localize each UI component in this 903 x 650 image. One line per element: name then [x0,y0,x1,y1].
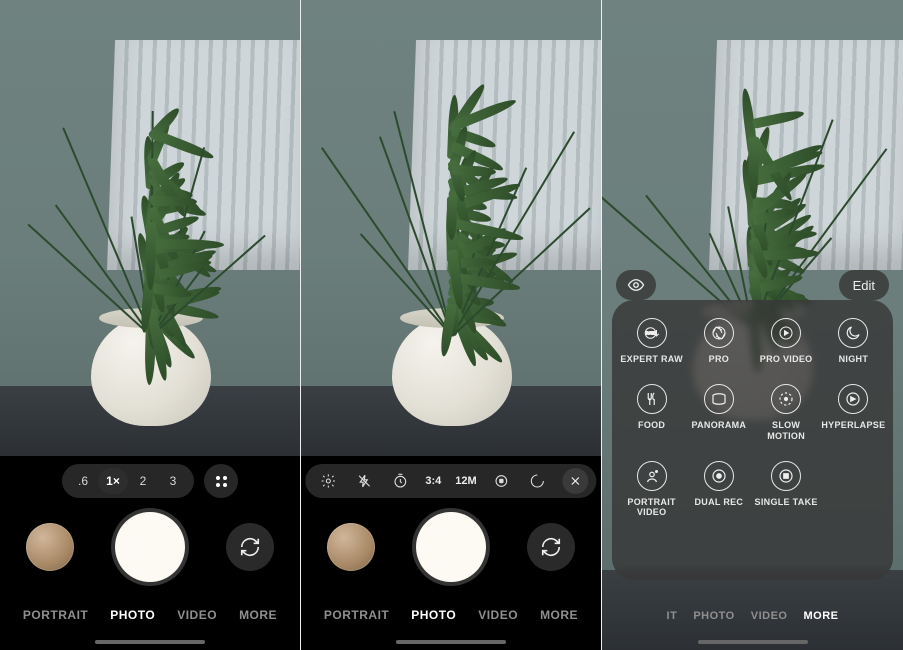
mode-more[interactable]: MORE [239,608,277,622]
mode-tile-panorama[interactable]: PANORAMA [685,384,752,441]
filters-toggle[interactable] [523,468,553,494]
mode-photo[interactable]: PHOTO [693,610,734,622]
aspect-ratio-toggle[interactable]: 3:4 [421,475,445,487]
singletake-icon [771,461,801,491]
dualrec-icon [704,461,734,491]
mode-tile-play[interactable]: PRO VIDEO [753,318,820,364]
mode-portrait-cut[interactable]: IT [667,610,678,622]
mode-portrait[interactable]: PORTRAIT [324,608,389,622]
mode-tile-label: SINGLE TAKE [755,497,818,507]
mode-tile-label: HYPERLAPSE [821,420,885,430]
viewfinder[interactable] [301,0,602,456]
mode-more[interactable]: MORE [540,608,578,622]
mode-tile-portraitvideo[interactable]: PORTRAIT VIDEO [618,461,685,518]
raw-icon: RAW [637,318,667,348]
panorama-icon [704,384,734,414]
gallery-thumbnail[interactable] [26,523,74,571]
mode-video[interactable]: VIDEO [478,608,518,622]
timer-toggle[interactable] [385,468,415,494]
quick-settings-expand-button[interactable] [204,464,238,498]
portraitvideo-icon [637,461,667,491]
switch-camera-button[interactable] [226,523,274,571]
home-indicator[interactable] [95,640,205,644]
edit-label: Edit [853,278,875,293]
hyperlapse-icon [838,384,868,414]
play-icon [771,318,801,348]
more-modes-panel: RAW EXPERT RAW PRO PRO VIDEO NIGHT FOOD PANORA… [612,300,893,580]
food-icon [637,384,667,414]
mode-tile-hyperlapse[interactable]: HYPERLAPSE [820,384,887,441]
motion-photo-toggle[interactable] [487,468,517,494]
gallery-thumbnail[interactable] [327,523,375,571]
mode-photo[interactable]: PHOTO [110,608,155,622]
mode-tile-moon[interactable]: NIGHT [820,318,887,364]
mode-selector[interactable]: PORTRAIT PHOTO VIDEO MORE [0,608,300,622]
mode-tile-label: DUAL REC [695,497,744,507]
home-indicator[interactable] [396,640,506,644]
flash-toggle[interactable] [349,468,379,494]
mode-photo[interactable]: PHOTO [411,608,456,622]
mode-tile-food[interactable]: FOOD [618,384,685,441]
mode-video[interactable]: VIDEO [751,610,788,622]
mode-tile-aperture[interactable]: PRO [685,318,752,364]
resolution-toggle[interactable]: 12M [451,475,480,487]
mode-tile-dualrec[interactable]: DUAL REC [685,461,752,518]
mode-tile-label: PORTRAIT VIDEO [627,497,675,518]
quick-settings-row: 3:4 12M [305,464,596,498]
mode-tile-slowmo[interactable]: SLOW MOTION [753,384,820,441]
mode-tile-raw[interactable]: RAW EXPERT RAW [618,318,685,364]
mode-tile-label: EXPERT RAW [620,354,683,364]
shutter-button[interactable] [416,512,486,582]
quick-settings-close-button[interactable] [563,468,589,494]
mode-tile-label: SLOW MOTION [767,420,805,441]
mode-tile-label: NIGHT [839,354,869,364]
moon-icon [838,318,868,348]
shutter-button[interactable] [115,512,185,582]
viewfinder[interactable] [0,0,301,456]
mode-tile-label: PANORAMA [692,420,747,430]
zoom-0.6x[interactable]: .6 [68,474,98,488]
home-indicator[interactable] [698,640,808,644]
settings-button[interactable] [313,468,343,494]
zoom-1x[interactable]: 1× [98,468,128,494]
zoom-selector: .6 1× 2 3 [62,464,194,498]
mode-tile-label: PRO VIDEO [760,354,813,364]
mode-selector[interactable]: IT PHOTO VIDEO MORE [602,610,903,622]
zoom-3x[interactable]: 3 [158,474,188,488]
zoom-2x[interactable]: 2 [128,474,158,488]
bottom-controls: .6 1× 2 3 PORTRAIT PHOTO VIDEO [0,456,300,650]
slowmo-icon [771,384,801,414]
mode-more[interactable]: MORE [803,610,838,622]
mode-portrait[interactable]: PORTRAIT [23,608,88,622]
switch-camera-button[interactable] [527,523,575,571]
bottom-controls: 3:4 12M PORTRAIT [301,456,601,650]
camera-screen-quick-settings: 12M 3:4 12 [301,0,602,650]
svg-text:RAW: RAW [645,331,655,336]
camera-screen-more-modes: Edit RAW EXPERT RAW PRO PRO VIDEO NIGHT FOOD P… [602,0,903,650]
camera-screen-zoom: 12M .6 1× 2 3 [0,0,301,650]
mode-tile-label: FOOD [638,420,665,430]
mode-tile-singletake[interactable]: SINGLE TAKE [753,461,820,518]
aperture-icon [704,318,734,348]
mode-video[interactable]: VIDEO [177,608,217,622]
mode-tile-label: PRO [709,354,729,364]
mode-selector[interactable]: PORTRAIT PHOTO VIDEO MORE [301,608,601,622]
preview-button[interactable] [616,270,656,300]
edit-modes-button[interactable]: Edit [839,270,889,300]
